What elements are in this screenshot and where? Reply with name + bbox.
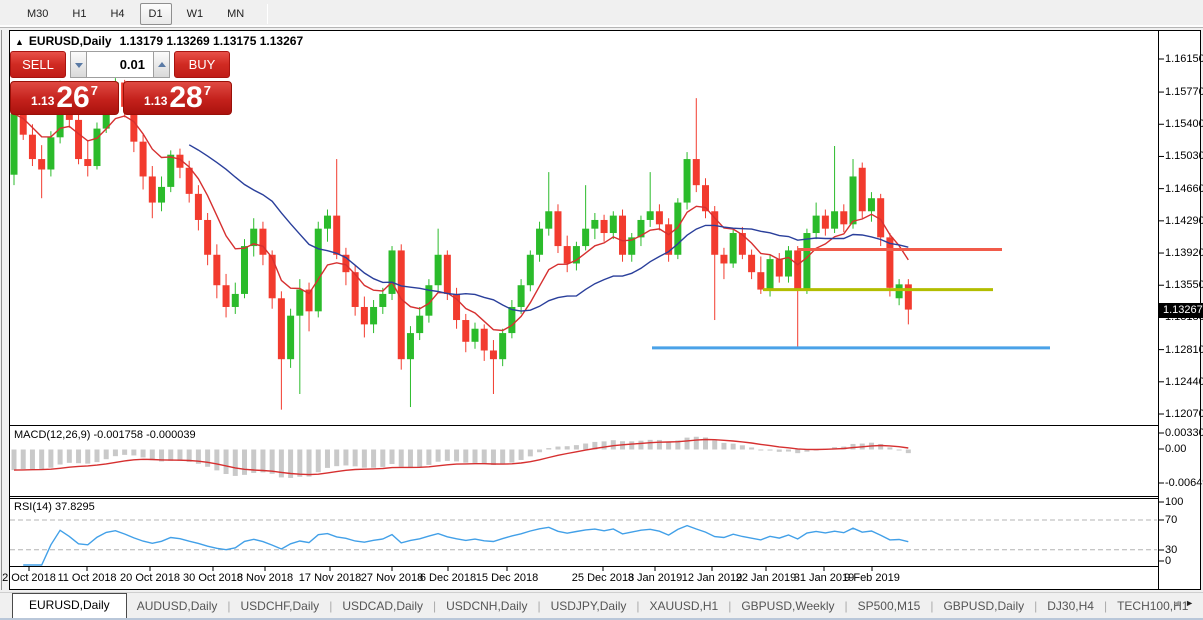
- price-axis-tick-label: 1.15400: [1165, 118, 1203, 130]
- rsi-indicator-label: RSI(14) 37.8295: [14, 501, 95, 513]
- tab-scroll-left-icon[interactable]: ◄: [1172, 598, 1185, 608]
- date-axis-label: 25 Dec 2018: [572, 572, 634, 584]
- tab-dj30-h4[interactable]: DJ30,H4: [1037, 595, 1104, 618]
- date-axis-label: 20 Oct 2018: [120, 572, 180, 584]
- chart-tab-bar: EURUSD,DailyAUDUSD,Daily|USDCHF,Daily|US…: [0, 592, 1203, 618]
- volume-up-icon: [158, 62, 166, 67]
- date-axis-label: 8 Nov 2018: [237, 572, 293, 584]
- tab-gbpusd-weekly[interactable]: GBPUSD,Weekly: [731, 595, 844, 618]
- volume-increase-button[interactable]: [153, 51, 170, 78]
- tab-sp500-m15[interactable]: SP500,M15: [848, 595, 931, 618]
- date-axis-label: 11 Oct 2018: [57, 572, 116, 584]
- price-axis-tick-label: 1.13550: [1165, 279, 1203, 291]
- chart-ohlc-readout: 1.13179 1.13269 1.13175 1.13267: [120, 34, 304, 48]
- price-axis-tick-label: 1.14660: [1165, 183, 1203, 195]
- indicator-axis-tick-label: 0.003306: [1165, 427, 1203, 439]
- volume-down-icon: [75, 63, 83, 68]
- volume-decrease-button[interactable]: [70, 51, 87, 78]
- tab-usdjpy-daily[interactable]: USDJPY,Daily: [541, 595, 637, 618]
- date-axis-label: 30 Oct 2018: [183, 572, 243, 584]
- current-price-box: 1.13267: [1159, 303, 1203, 318]
- chart-symbol-label: EURUSD,Daily: [29, 34, 112, 48]
- price-axis-tick-label: 1.12070: [1165, 408, 1203, 420]
- application-window: M30H1H4D1W1MN ▲EURUSD,Daily1.13179 1.132…: [0, 0, 1203, 620]
- date-axis-label: 15 Dec 2018: [476, 572, 538, 584]
- price-axis-tick-label: 1.12810: [1165, 344, 1203, 356]
- indicator-axis-tick-label: 100: [1165, 496, 1183, 508]
- tab-eurusd-daily[interactable]: EURUSD,Daily: [12, 593, 127, 618]
- date-axis-label: 22 Jan 2019: [736, 572, 797, 584]
- price-axis-tick-label: 1.12440: [1165, 376, 1203, 388]
- buy-button[interactable]: BUY: [174, 51, 230, 78]
- indicator-axis-tick-label: 70: [1165, 514, 1177, 526]
- date-axis-label: 2 Oct 2018: [2, 572, 56, 584]
- sell-button[interactable]: SELL: [10, 51, 66, 78]
- price-axis-tick-label: 1.14290: [1165, 215, 1203, 227]
- price-axis-tick-label: 1.16150: [1165, 53, 1203, 65]
- date-axis-label: 9 Feb 2019: [844, 572, 900, 584]
- date-axis-label: 3 Jan 2019: [628, 572, 682, 584]
- price-axis-tick-label: 1.15030: [1165, 150, 1203, 162]
- date-axis-label: 17 Nov 2018: [299, 572, 361, 584]
- collapse-icon[interactable]: ▲: [15, 37, 24, 47]
- one-click-trade-panel: SELL BUY 1.13 26 7 1.13 28 7: [10, 49, 232, 115]
- bid-price-box[interactable]: 1.13 26 7: [10, 81, 119, 115]
- indicator-axis-tick-label: 0: [1165, 555, 1171, 567]
- date-axis-label: 27 Nov 2018: [361, 572, 423, 584]
- price-axis-tick-label: 1.13920: [1165, 247, 1203, 259]
- ask-big-digits: 28: [169, 84, 202, 112]
- date-axis-label: 12 Jan 2019: [682, 572, 743, 584]
- tab-usdchf-daily[interactable]: USDCHF,Daily: [231, 595, 330, 618]
- ask-pipette: 7: [204, 83, 211, 98]
- bid-big-digits: 26: [56, 84, 89, 112]
- tab-scroll-right-icon[interactable]: ►: [1185, 598, 1198, 608]
- tab-usdcad-daily[interactable]: USDCAD,Daily: [332, 595, 433, 618]
- tab-audusd-daily[interactable]: AUDUSD,Daily: [127, 595, 228, 618]
- tab-xauusd-h1[interactable]: XAUUSD,H1: [640, 595, 729, 618]
- tab-scroll-arrows: ◄►: [1172, 598, 1198, 608]
- volume-input[interactable]: [87, 51, 153, 78]
- bid-pipette: 7: [91, 83, 98, 98]
- tab-gbpusd-daily[interactable]: GBPUSD,Daily: [933, 595, 1034, 618]
- bid-prefix: 1.13: [31, 94, 54, 108]
- ask-prefix: 1.13: [144, 94, 167, 108]
- chart-title: ▲ EURUSD,Daily 1.13179 1.13269 1.13175 1.1…: [15, 34, 303, 48]
- ask-price-box[interactable]: 1.13 28 7: [123, 81, 232, 115]
- macd-indicator-label: MACD(12,26,9) -0.001758 -0.000039: [14, 429, 196, 441]
- date-axis-label: 6 Dec 2018: [420, 572, 476, 584]
- indicator-axis-tick-label: -0.00649: [1165, 477, 1203, 489]
- price-axis-tick-label: 1.15770: [1165, 86, 1203, 98]
- tab-usdcnh-daily[interactable]: USDCNH,Daily: [436, 595, 537, 618]
- indicator-axis-tick-label: 0.00: [1165, 443, 1186, 455]
